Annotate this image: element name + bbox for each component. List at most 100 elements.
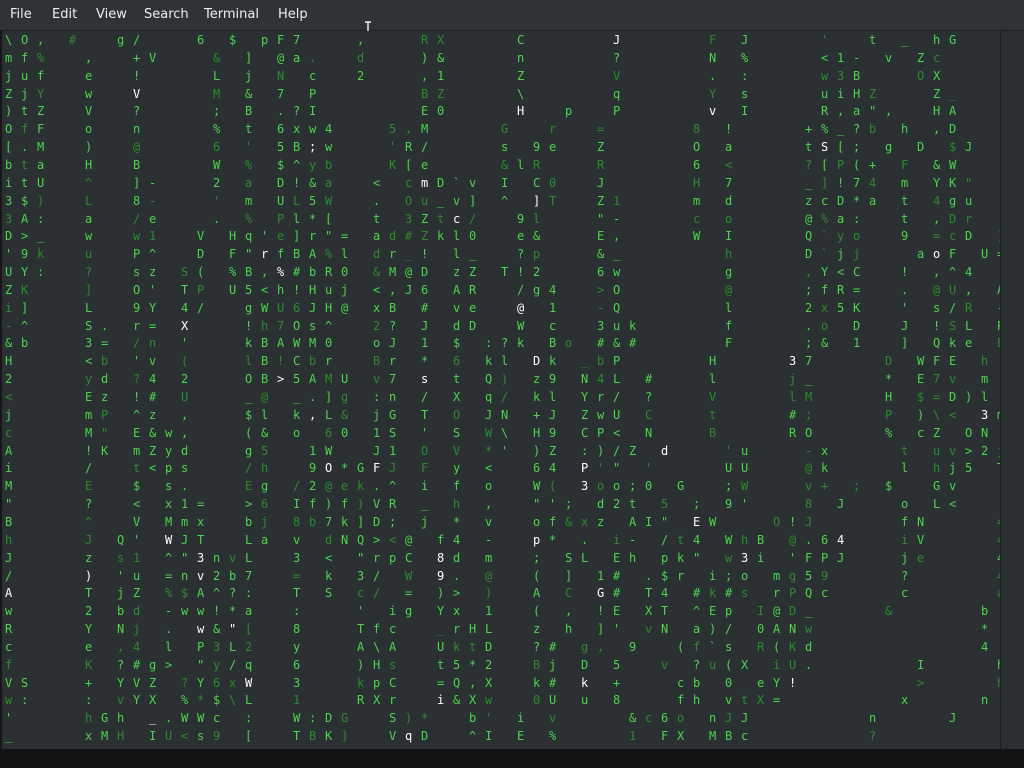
rain-glyph: f (725, 318, 733, 333)
rain-glyph: n (869, 711, 877, 726)
rain-glyph: K (85, 657, 93, 672)
rain-glyph: m (85, 407, 93, 422)
rain-glyph: r (133, 318, 141, 333)
rain-glyph: s (421, 372, 429, 387)
rain-glyph: Y (197, 675, 205, 690)
rain-glyph: v (885, 50, 893, 65)
rain-glyph: # (549, 675, 557, 690)
rain-glyph: / (245, 461, 253, 476)
rain-glyph: H (5, 354, 13, 369)
rain-glyph: t (901, 211, 909, 226)
rain-glyph: o (821, 318, 829, 333)
terminal-scrollbar[interactable] (1000, 31, 1024, 749)
rain-glyph: o (741, 568, 749, 583)
rain-glyph: f (453, 479, 461, 494)
rain-glyph: L (245, 532, 253, 547)
rain-glyph: 6 (293, 657, 301, 672)
rain-glyph: @ (805, 461, 813, 476)
rain-glyph: l (789, 390, 797, 404)
rain-glyph: z (85, 550, 93, 565)
rain-glyph: J (725, 711, 733, 726)
rain-glyph: U (613, 407, 621, 422)
rain-glyph: ) (533, 443, 541, 458)
menu-file[interactable]: File (10, 7, 32, 22)
rain-glyph: U (5, 265, 13, 280)
rain-glyph: D (949, 122, 957, 137)
rain-glyph: # (693, 586, 701, 601)
rain-glyph: ( (549, 479, 557, 494)
rain-glyph: q (485, 390, 493, 404)
rain-glyph: D (581, 657, 589, 672)
rain-glyph: x (293, 122, 301, 137)
rain-glyph: m (245, 193, 253, 208)
rain-glyph: " (5, 497, 13, 512)
rain-glyph: W (693, 229, 701, 244)
rain-glyph: g (245, 300, 253, 315)
menu-terminal[interactable]: Terminal (204, 7, 259, 22)
rain-glyph: ' (133, 532, 141, 547)
rain-glyph: g (245, 443, 253, 458)
rain-glyph: L (245, 550, 253, 565)
rain-glyph: 3 (197, 550, 205, 565)
rain-glyph: a (85, 211, 93, 226)
rain-glyph: / (613, 390, 621, 404)
rain-glyph: 1 (309, 443, 317, 458)
rain-glyph: B (757, 532, 765, 547)
menu-edit[interactable]: Edit (52, 7, 77, 22)
rain-glyph: u (325, 282, 333, 297)
rain-glyph: B (421, 86, 429, 101)
rain-glyph: ^ (149, 247, 157, 262)
rain-glyph: ) (597, 443, 605, 458)
rain-glyph: ? (229, 586, 237, 601)
rain-glyph: b (117, 604, 125, 619)
rain-glyph: 8 (133, 193, 141, 208)
terminal-viewport[interactable]: \O,#g/6$pF7,RXCJFJ't_hG2t)\mf%,+V&]@a.d)… (2, 31, 1000, 749)
menu-help[interactable]: Help (278, 7, 308, 22)
rain-glyph: < (85, 354, 93, 369)
rain-glyph: ; (565, 497, 573, 512)
rain-glyph: w (85, 229, 93, 244)
rain-glyph: / (613, 443, 621, 458)
rain-glyph: @ (933, 282, 941, 297)
rain-glyph: & (437, 50, 445, 65)
rain-glyph: : (309, 711, 317, 726)
rain-glyph: H (709, 354, 717, 369)
rain-glyph: T (501, 265, 509, 280)
rain-glyph: v (805, 479, 813, 494)
rain-glyph: v (469, 175, 477, 190)
rain-glyph: D (949, 390, 957, 404)
rain-glyph: g (949, 193, 957, 208)
rain-glyph: , (805, 265, 813, 280)
rain-glyph: X (645, 604, 653, 619)
rain-glyph: # (405, 229, 413, 244)
rain-glyph: w (197, 622, 205, 637)
rain-glyph: y (293, 639, 301, 654)
rain-glyph: L (85, 193, 93, 208)
rain-glyph: y (309, 157, 317, 172)
rain-glyph: T (421, 407, 429, 422)
menu-view[interactable]: View (96, 7, 127, 22)
rain-glyph: Q (805, 586, 813, 601)
rain-glyph: ^ (85, 514, 93, 529)
rain-glyph: ( (197, 265, 205, 280)
rain-glyph: \ (373, 639, 381, 654)
rain-glyph: + (613, 675, 621, 690)
menu-search[interactable]: Search (144, 7, 189, 22)
rain-glyph: H (469, 622, 477, 637)
rain-glyph: C (533, 175, 541, 190)
rain-glyph: L (485, 622, 493, 637)
rain-glyph: o (677, 711, 685, 726)
rain-glyph: H (229, 229, 237, 244)
rain-glyph: w (485, 693, 493, 708)
rain-glyph: " (693, 550, 701, 565)
rain-glyph: ( (533, 568, 541, 583)
rain-glyph: f (5, 657, 13, 672)
rain-glyph: J (549, 407, 557, 422)
rain-glyph: d (453, 318, 461, 333)
rain-glyph: . (453, 568, 461, 583)
rain-glyph: n (181, 568, 189, 583)
rain-glyph: ? (533, 639, 541, 654)
rain-glyph: v (453, 193, 461, 208)
rain-glyph: ) (485, 586, 493, 601)
rain-glyph: _ (405, 247, 413, 262)
